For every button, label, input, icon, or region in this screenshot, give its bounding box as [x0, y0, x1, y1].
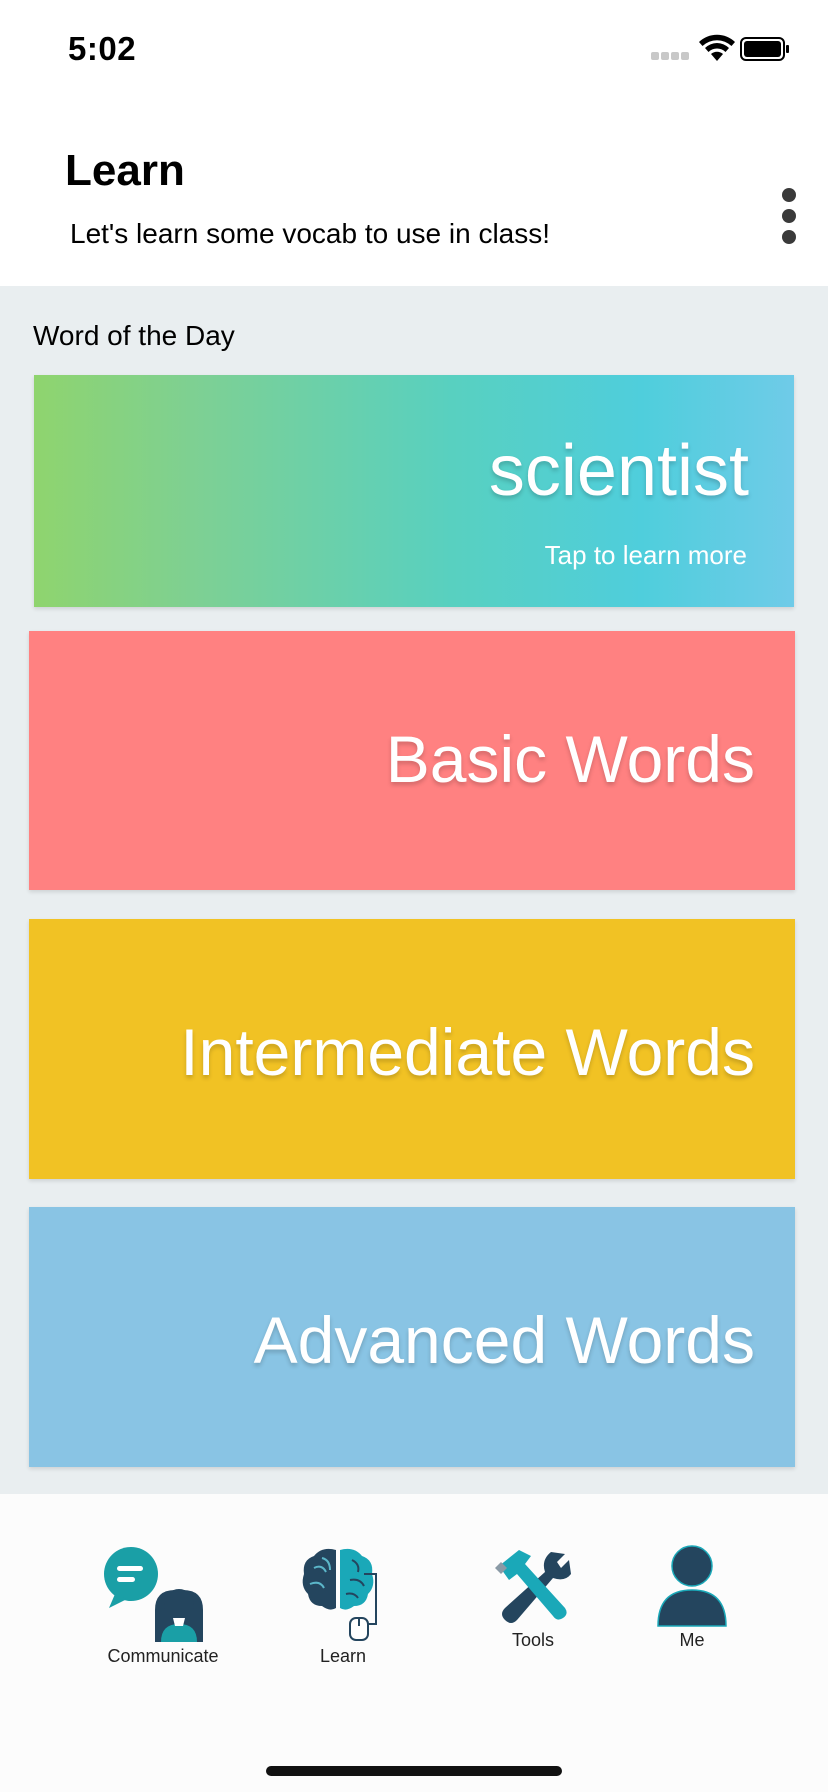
advanced-words-card[interactable]: Advanced Words [29, 1207, 795, 1467]
advanced-words-label: Advanced Words [253, 1303, 755, 1377]
learn-content: Word of the Day scientist Tap to learn m… [0, 286, 828, 1494]
tab-me[interactable]: Me [644, 1544, 740, 1651]
word-of-the-day-word: scientist [488, 431, 749, 511]
tab-tools-label: Tools [511, 1630, 555, 1650]
status-bar: 5:02 [0, 0, 828, 100]
home-indicator[interactable] [266, 1766, 562, 1776]
tab-communicate-label: Communicate [107, 1646, 219, 1666]
word-of-the-day-card[interactable]: scientist Tap to learn more [34, 375, 794, 607]
tab-communicate[interactable]: Communicate [80, 1544, 246, 1667]
tools-icon [495, 1550, 571, 1623]
basic-words-card[interactable]: Basic Words [29, 631, 795, 890]
communicate-icon [104, 1547, 203, 1642]
header: Learn Let's learn some vocab to use in c… [0, 100, 828, 286]
tab-learn-label: Learn [319, 1646, 367, 1666]
tab-bar: Communicate Learn Tools Me [0, 1494, 828, 1792]
basic-words-label: Basic Words [385, 722, 755, 796]
more-options-button[interactable] [772, 188, 808, 244]
battery-icon [740, 37, 789, 61]
brain-icon [302, 1548, 377, 1641]
tab-tools[interactable]: Tools [476, 1544, 590, 1651]
intermediate-words-label: Intermediate Words [180, 1015, 755, 1089]
page-title: Learn [65, 146, 185, 195]
tap-to-learn-more-hint: Tap to learn more [544, 540, 747, 570]
intermediate-words-card[interactable]: Intermediate Words [29, 919, 795, 1179]
wifi-icon [699, 34, 735, 61]
cellular-signal-icon [651, 52, 691, 62]
status-time: 5:02 [68, 30, 137, 67]
tab-learn[interactable]: Learn [283, 1544, 403, 1667]
page-subtitle: Let's learn some vocab to use in class! [70, 218, 551, 249]
word-of-the-day-label: Word of the Day [33, 320, 235, 351]
person-icon [657, 1545, 727, 1627]
tab-me-label: Me [679, 1630, 705, 1650]
